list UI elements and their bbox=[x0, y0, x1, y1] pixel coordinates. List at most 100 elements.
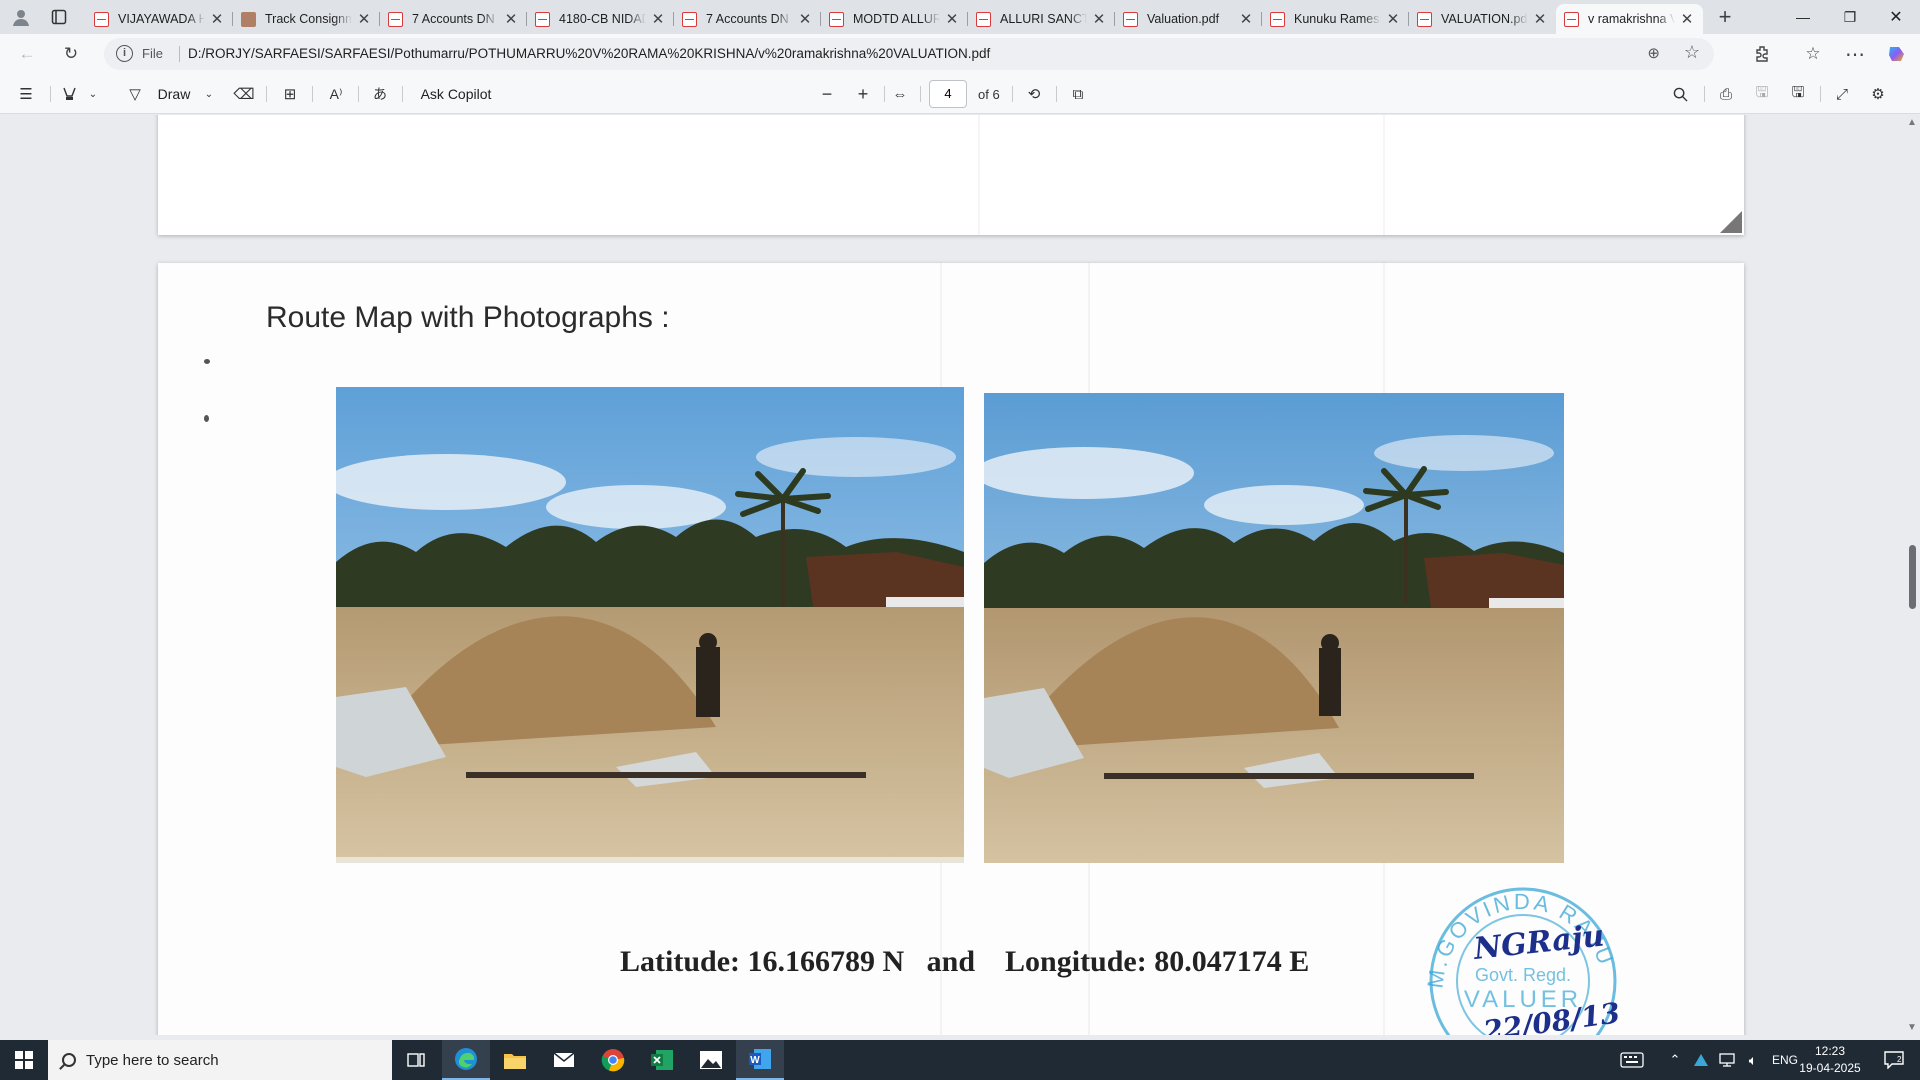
favorites-icon[interactable]: ☆ bbox=[1798, 40, 1828, 68]
vertical-scrollbar[interactable]: ▲ ▼ bbox=[1904, 115, 1920, 1035]
profile-avatar-icon[interactable] bbox=[6, 3, 36, 31]
contents-icon[interactable]: ☰ bbox=[12, 82, 40, 106]
onedrive-icon[interactable] bbox=[1688, 1040, 1714, 1080]
close-icon[interactable]: ✕ bbox=[650, 10, 666, 28]
close-icon[interactable]: ✕ bbox=[1238, 10, 1254, 28]
browser-tab[interactable]: MODTD ALLURI ✕ bbox=[821, 4, 968, 34]
word-icon[interactable]: W bbox=[736, 1040, 784, 1080]
text-box-icon[interactable]: ⊞ bbox=[278, 82, 302, 106]
browser-tab[interactable]: Valuation.pdf ✕ bbox=[1115, 4, 1262, 34]
print-icon[interactable]: ⎙ bbox=[1714, 82, 1738, 106]
refresh-icon[interactable]: ↻ bbox=[56, 40, 86, 68]
new-tab-icon[interactable]: + bbox=[1710, 3, 1740, 31]
tab-title: ALLURI SANCTIC bbox=[1000, 12, 1087, 26]
copilot-icon[interactable] bbox=[1882, 40, 1912, 68]
chevron-up-icon[interactable]: ⌃ bbox=[1664, 1040, 1686, 1080]
highlight-icon[interactable] bbox=[58, 82, 80, 106]
chrome-icon[interactable] bbox=[589, 1040, 637, 1080]
more-icon[interactable]: ⋯ bbox=[1840, 40, 1870, 68]
mail-icon[interactable] bbox=[540, 1040, 588, 1080]
chevron-down-icon[interactable]: ⌄ bbox=[202, 82, 216, 106]
close-icon[interactable]: ✕ bbox=[356, 10, 372, 28]
zoom-out-icon[interactable]: − bbox=[816, 82, 838, 106]
scroll-up-icon[interactable]: ▲ bbox=[1907, 117, 1917, 128]
close-icon[interactable]: ✕ bbox=[503, 10, 519, 28]
browser-tab[interactable]: VALUATION.pdf ✕ bbox=[1409, 4, 1556, 34]
browser-tab[interactable]: ALLURI SANCTIC ✕ bbox=[968, 4, 1115, 34]
close-icon[interactable]: ✕ bbox=[1532, 10, 1548, 28]
browser-tab[interactable]: Track Consignme ✕ bbox=[233, 4, 380, 34]
clock-date: 19-04-2025 bbox=[1799, 1061, 1861, 1075]
back-icon[interactable]: ← bbox=[12, 40, 42, 68]
photos-icon[interactable] bbox=[687, 1040, 735, 1080]
file-explorer-icon[interactable] bbox=[491, 1040, 539, 1080]
search-icon[interactable] bbox=[1668, 82, 1692, 106]
save-as-icon[interactable]: 🖫 bbox=[1786, 82, 1810, 106]
browser-tab[interactable]: VIJAYAWADA HA ✕ bbox=[86, 4, 233, 34]
rotate-icon[interactable]: ⟲ bbox=[1022, 82, 1046, 106]
close-icon[interactable]: ✕ bbox=[797, 10, 813, 28]
valuer-stamp-seal: M.GOVINDA RAJU Govt. Regd. VALUER NGRaju… bbox=[1413, 871, 1633, 1035]
page-fold-corner bbox=[1720, 211, 1742, 233]
close-icon[interactable]: ✕ bbox=[1679, 10, 1695, 28]
url-field[interactable]: i File D:/RORJY/SARFAESI/SARFAESI/Pothum… bbox=[104, 38, 1714, 70]
address-bar: ← ↻ i File D:/RORJY/SARFAESI/SARFAESI/Po… bbox=[0, 34, 1920, 74]
url-text[interactable]: D:/RORJY/SARFAESI/SARFAESI/Pothumarru/PO… bbox=[188, 46, 990, 61]
favorite-star-icon[interactable]: ☆ bbox=[1684, 42, 1700, 63]
fullscreen-icon[interactable]: ⤢ bbox=[1830, 82, 1854, 106]
pdf-icon bbox=[1270, 11, 1285, 27]
edge-browser-icon[interactable] bbox=[442, 1040, 490, 1080]
scrollbar-thumb[interactable] bbox=[1909, 545, 1916, 609]
tab-title: MODTD ALLURI bbox=[853, 12, 940, 26]
extensions-icon[interactable] bbox=[1748, 40, 1778, 68]
eraser-icon[interactable]: ⌫ bbox=[232, 82, 256, 106]
pdf-icon bbox=[1123, 11, 1138, 27]
scroll-down-icon[interactable]: ▼ bbox=[1907, 1022, 1917, 1033]
volume-muted-icon[interactable]: 🔈︎ bbox=[1740, 1040, 1766, 1080]
scan-speck bbox=[204, 359, 210, 364]
pdf-icon bbox=[535, 11, 550, 27]
browser-tab[interactable]: 7 Accounts DN ( ✕ bbox=[674, 4, 821, 34]
browser-tab[interactable]: 7 Accounts DN ( ✕ bbox=[380, 4, 527, 34]
restore-icon[interactable]: ❐ bbox=[1827, 0, 1873, 34]
draw-button[interactable]: Draw bbox=[156, 82, 192, 106]
browser-tab-active[interactable]: v ramakrishna V ✕ bbox=[1556, 4, 1703, 34]
tab-title: Valuation.pdf bbox=[1147, 12, 1220, 26]
tab-title: 7 Accounts DN ( bbox=[706, 12, 793, 26]
minimize-icon[interactable]: — bbox=[1780, 0, 1826, 34]
image-icon bbox=[241, 11, 256, 27]
page-view-icon[interactable]: ⧉ bbox=[1066, 82, 1090, 106]
pdf-viewer[interactable]: Route Map with Photographs : Latitude: 1… bbox=[0, 115, 1920, 1035]
read-aloud-icon[interactable]: A⁾ bbox=[322, 82, 350, 106]
touch-keyboard-icon[interactable] bbox=[1614, 1040, 1650, 1080]
page-number-input[interactable]: 4 bbox=[929, 80, 967, 108]
info-icon[interactable]: i bbox=[116, 45, 133, 62]
draw-icon[interactable]: ▽ bbox=[124, 82, 146, 106]
tab-actions-icon[interactable] bbox=[44, 3, 74, 31]
fit-width-icon[interactable]: ⇔ bbox=[888, 82, 912, 106]
site-photograph-right bbox=[984, 393, 1564, 863]
taskbar-search-input[interactable]: Type here to search bbox=[48, 1040, 392, 1080]
save-icon[interactable]: 🖫 bbox=[1750, 82, 1774, 106]
task-view-icon[interactable] bbox=[392, 1040, 440, 1080]
scheme-label: File bbox=[142, 46, 163, 61]
settings-gear-icon[interactable]: ⚙ bbox=[1866, 82, 1890, 106]
close-icon[interactable]: ✕ bbox=[209, 10, 225, 28]
windows-start-icon[interactable] bbox=[0, 1040, 48, 1080]
zoom-icon[interactable]: ⊕ bbox=[1647, 44, 1660, 62]
zoom-in-icon[interactable]: + bbox=[852, 82, 874, 106]
taskbar-clock[interactable]: 12:23 19-04-2025 bbox=[1795, 1043, 1865, 1077]
svg-text:Govt. Regd.: Govt. Regd. bbox=[1475, 965, 1571, 985]
close-icon[interactable]: ✕ bbox=[944, 10, 960, 28]
network-icon[interactable] bbox=[1714, 1040, 1740, 1080]
close-icon[interactable]: ✕ bbox=[1091, 10, 1107, 28]
notifications-icon[interactable]: 2 bbox=[1874, 1040, 1914, 1080]
chevron-down-icon[interactable]: ⌄ bbox=[86, 82, 100, 106]
browser-tab[interactable]: Kunuku Ramesh ✕ bbox=[1262, 4, 1409, 34]
excel-icon[interactable] bbox=[638, 1040, 686, 1080]
ask-copilot-button[interactable]: Ask Copilot bbox=[416, 82, 496, 106]
window-close-icon[interactable]: ✕ bbox=[1873, 0, 1919, 34]
translate-icon[interactable]: あ bbox=[366, 82, 394, 106]
close-icon[interactable]: ✕ bbox=[1385, 10, 1401, 28]
browser-tab[interactable]: 4180-CB NIDAD ✕ bbox=[527, 4, 674, 34]
